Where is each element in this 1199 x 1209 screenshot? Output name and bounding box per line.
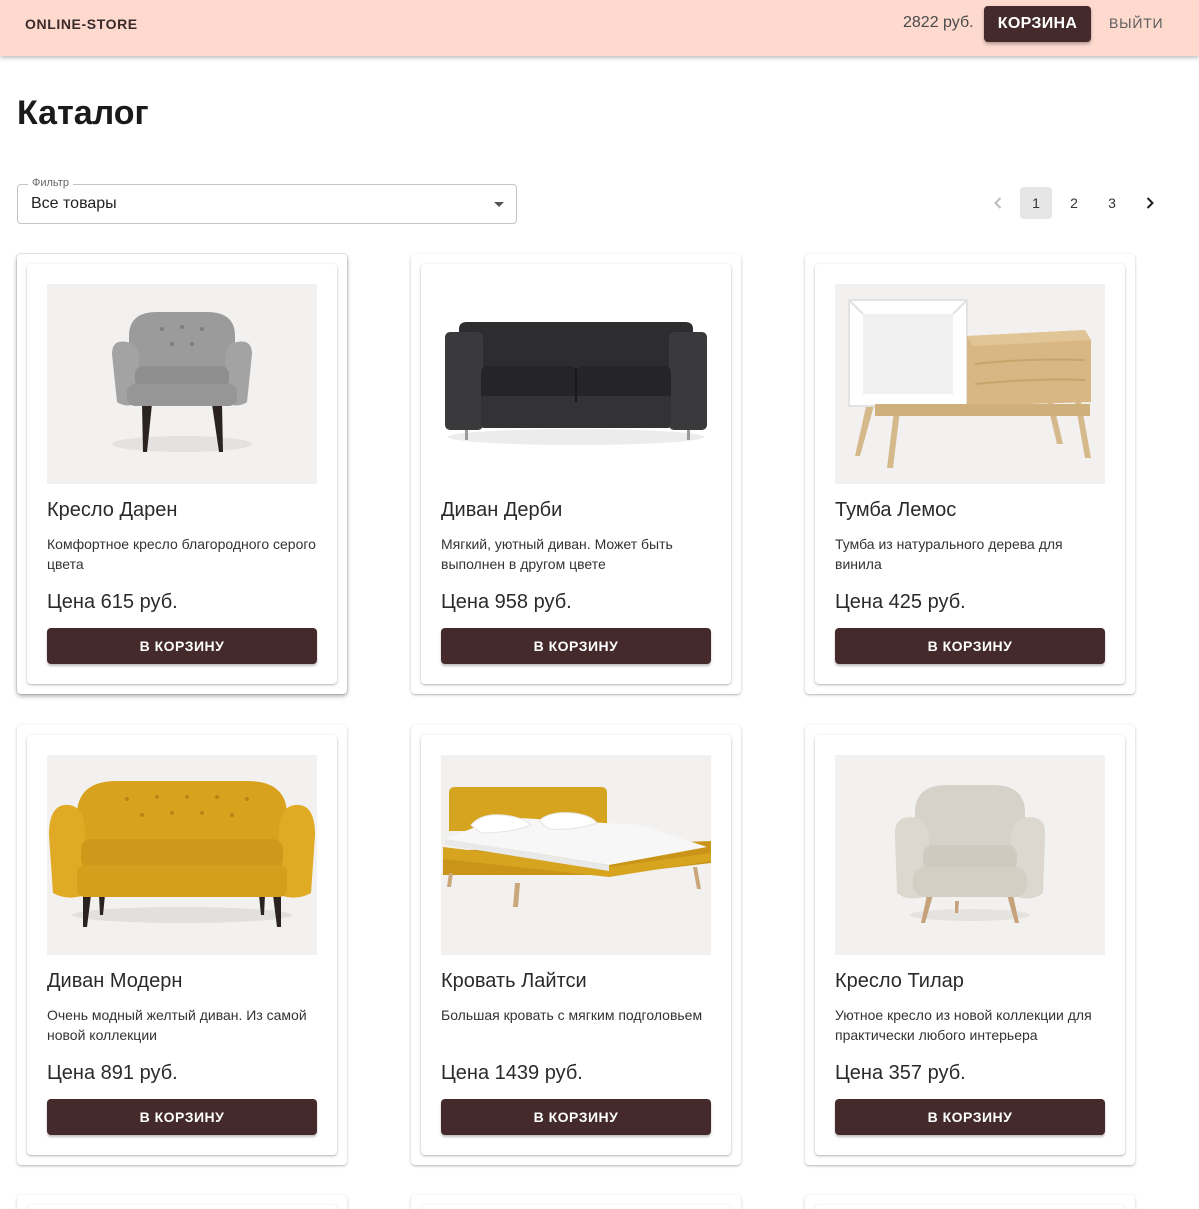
product-description: Комфортное кресло благородного серого цв… bbox=[47, 536, 316, 572]
product-image bbox=[441, 284, 711, 484]
product-description: Мягкий, уютный диван. Может быть выполне… bbox=[441, 536, 673, 572]
cart-button[interactable]: КОРЗИНА bbox=[984, 6, 1091, 42]
product-card-content: Кресло Дарен Комфортное кресло благородн… bbox=[27, 264, 337, 684]
product-price: Цена 958 руб. bbox=[441, 591, 572, 613]
filter-value: Все товары bbox=[31, 195, 117, 212]
product-card-content: Кровать Лайтси Большая кровать с мягким … bbox=[421, 735, 731, 1155]
add-to-cart-button[interactable]: В КОРЗИНУ bbox=[835, 628, 1105, 664]
add-to-cart-button[interactable]: В КОРЗИНУ bbox=[441, 628, 711, 664]
page-3-button[interactable]: 3 bbox=[1096, 187, 1128, 219]
filter-label: Фильтр bbox=[28, 177, 73, 189]
yellow-sofa-image bbox=[49, 781, 315, 927]
product-card-content: Тумба Лемос Тумба из натурального дерева… bbox=[815, 264, 1125, 684]
next-page-button[interactable] bbox=[1134, 187, 1166, 219]
product-card-content: Кресло Тилар Уютное кресло из новой колл… bbox=[815, 735, 1125, 1155]
user-balance: 2822 руб. bbox=[903, 14, 974, 31]
product-card-partial[interactable] bbox=[411, 1195, 741, 1209]
product-description: Очень модный желтый диван. Из самой ново… bbox=[47, 1007, 307, 1043]
product-title: Диван Модерн bbox=[47, 970, 183, 992]
product-price: Цена 425 руб. bbox=[835, 591, 966, 613]
product-price: Цена 615 руб. bbox=[47, 591, 178, 613]
product-card-partial-content bbox=[27, 1205, 337, 1209]
black-sofa-image bbox=[445, 322, 707, 445]
chevron-left-icon bbox=[994, 197, 1002, 209]
logout-button[interactable]: ВЫЙТИ bbox=[1109, 15, 1163, 31]
product-title: Тумба Лемос bbox=[835, 499, 957, 521]
product-price: Цена 1439 руб. bbox=[441, 1062, 583, 1084]
product-title: Кресло Тилар bbox=[835, 970, 964, 992]
pagination: 1 2 3 bbox=[982, 187, 1182, 219]
product-card-partial-content bbox=[815, 1205, 1125, 1209]
wooden-cabinet-image bbox=[848, 299, 1091, 468]
store-logo[interactable]: ONLINE-STORE bbox=[25, 16, 138, 32]
page-2-button[interactable]: 2 bbox=[1058, 187, 1090, 219]
product-card[interactable]: Кровать Лайтси Большая кровать с мягким … bbox=[411, 725, 741, 1165]
product-title: Кровать Лайтси bbox=[441, 970, 587, 992]
product-card[interactable]: Кресло Дарен Комфортное кресло благородн… bbox=[17, 254, 347, 694]
product-title: Кресло Дарен bbox=[47, 499, 178, 521]
product-card-content: Диван Модерн Очень модный желтый диван. … bbox=[27, 735, 337, 1155]
product-price: Цена 891 руб. bbox=[47, 1062, 178, 1084]
chevron-right-icon bbox=[1146, 197, 1154, 209]
add-to-cart-button[interactable]: В КОРЗИНУ bbox=[441, 1099, 711, 1135]
product-image bbox=[47, 284, 317, 484]
yellow-bed-image bbox=[443, 787, 711, 907]
product-card-content: Диван Дерби Мягкий, уютный диван. Может … bbox=[421, 264, 731, 684]
gray-armchair-image bbox=[112, 312, 252, 452]
product-card-partial[interactable] bbox=[805, 1195, 1135, 1209]
add-to-cart-button[interactable]: В КОРЗИНУ bbox=[835, 1099, 1105, 1135]
product-price: Цена 357 руб. bbox=[835, 1062, 966, 1084]
product-card[interactable]: Диван Дерби Мягкий, уютный диван. Может … bbox=[411, 254, 741, 694]
product-card-partial[interactable] bbox=[17, 1195, 347, 1209]
product-title: Диван Дерби bbox=[441, 499, 563, 521]
product-description: Большая кровать с мягким подголовьем bbox=[441, 1007, 703, 1023]
add-to-cart-button[interactable]: В КОРЗИНУ bbox=[47, 628, 317, 664]
product-description: Уютное кресло из новой коллекции для пра… bbox=[835, 1007, 1092, 1043]
product-card[interactable]: Тумба Лемос Тумба из натурального дерева… bbox=[805, 254, 1135, 694]
product-card-partial-content bbox=[421, 1205, 731, 1209]
dropdown-arrow-icon[interactable] bbox=[494, 202, 504, 207]
product-card[interactable]: Кресло Тилар Уютное кресло из новой колл… bbox=[805, 725, 1135, 1165]
add-to-cart-button[interactable]: В КОРЗИНУ bbox=[47, 1099, 317, 1135]
page-title: Каталог bbox=[17, 94, 149, 132]
prev-page-button[interactable] bbox=[982, 187, 1014, 219]
product-image bbox=[47, 755, 317, 955]
product-card[interactable]: Диван Модерн Очень модный желтый диван. … bbox=[17, 725, 347, 1165]
beige-armchair-image bbox=[894, 785, 1046, 923]
page-1-button[interactable]: 1 bbox=[1020, 187, 1052, 219]
filter-select[interactable]: Фильтр Все товары bbox=[17, 177, 517, 224]
product-image bbox=[835, 284, 1105, 484]
app-header: ONLINE-STORE 2822 руб. КОРЗИНА ВЫЙТИ bbox=[0, 0, 1199, 56]
product-description: Тумба из натурального дерева для винила bbox=[835, 536, 1063, 572]
product-image bbox=[835, 755, 1105, 955]
product-image bbox=[441, 755, 711, 955]
